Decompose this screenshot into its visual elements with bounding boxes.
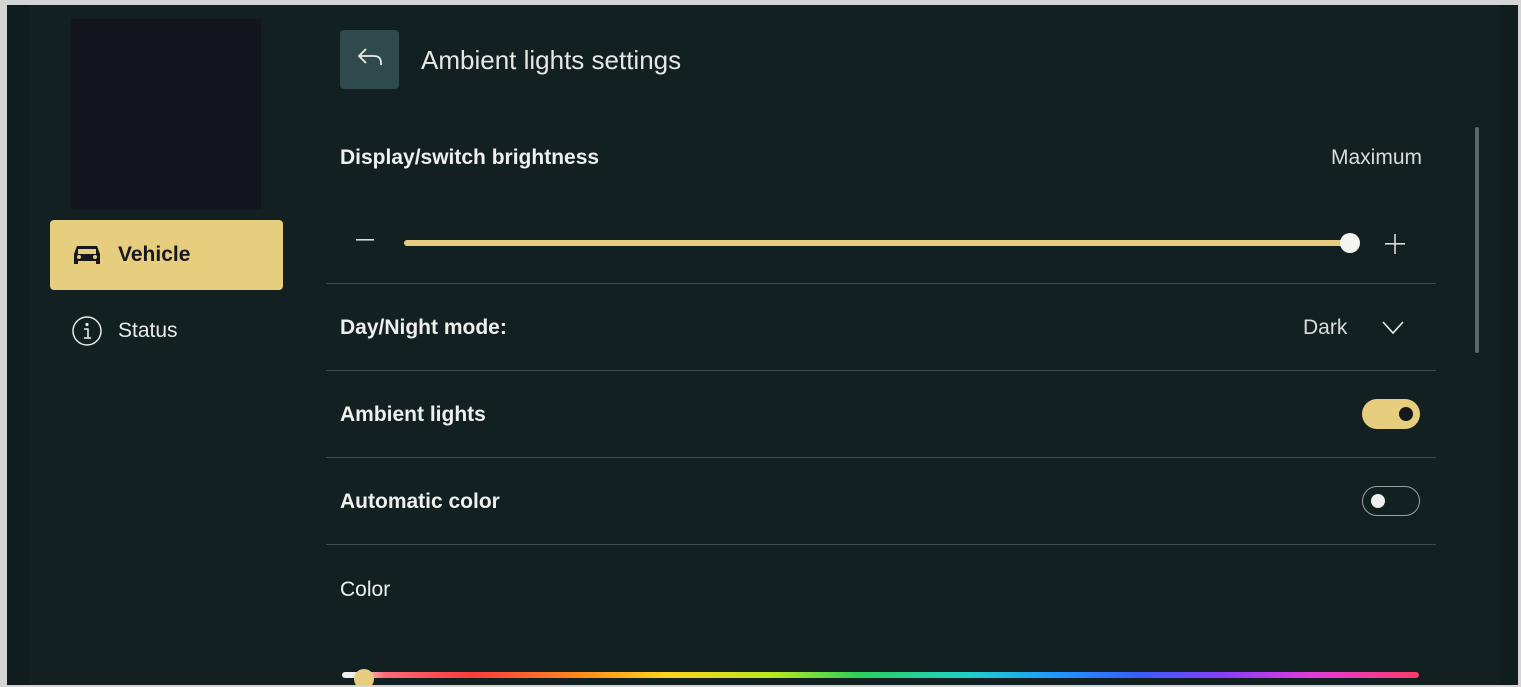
back-button[interactable]: [340, 30, 399, 89]
plus-icon[interactable]: [1385, 234, 1405, 259]
day-night-label: Day/Night mode:: [340, 316, 507, 339]
ambient-lights-toggle[interactable]: [1362, 399, 1420, 429]
day-night-setting[interactable]: Day/Night mode: Dark: [326, 284, 1436, 370]
car-icon: [70, 238, 104, 272]
sidebar-item-label: Status: [118, 319, 178, 342]
info-icon: [70, 314, 104, 348]
brightness-label: Display/switch brightness: [340, 146, 600, 169]
chevron-down-icon[interactable]: [1382, 321, 1404, 340]
page-title: Ambient lights settings: [421, 45, 682, 75]
color-label: Color: [340, 578, 391, 601]
color-setting: Color: [326, 545, 1436, 685]
brightness-slider-handle[interactable]: [1340, 233, 1360, 253]
color-hue-slider[interactable]: [342, 672, 1419, 678]
brightness-setting: Display/switch brightness Maximum: [326, 127, 1436, 287]
ambient-lights-setting: Ambient lights: [326, 371, 1436, 457]
sidebar-item-label: Vehicle: [118, 243, 191, 266]
brightness-slider-fill: [404, 240, 1350, 246]
automatic-color-setting: Automatic color: [326, 458, 1436, 544]
toggle-knob: [1399, 407, 1413, 421]
minus-icon[interactable]: [356, 229, 376, 247]
sidebar-item-status[interactable]: Status: [50, 296, 283, 366]
app-frame: Vehicle Status Ambient lights settings D…: [7, 5, 1518, 685]
automatic-color-toggle[interactable]: [1362, 486, 1420, 516]
brightness-value: Maximum: [1330, 146, 1422, 169]
ambient-lights-label: Ambient lights: [340, 403, 486, 426]
toggle-knob: [1371, 493, 1385, 508]
sidebar-item-vehicle[interactable]: Vehicle: [50, 220, 283, 290]
scrollbar[interactable]: [1475, 127, 1479, 353]
automatic-color-label: Automatic color: [340, 490, 500, 513]
back-arrow-icon: [356, 46, 384, 73]
color-slider-handle[interactable]: [353, 669, 374, 685]
day-night-value: Dark: [1303, 316, 1348, 339]
settings-screen: Vehicle Status Ambient lights settings D…: [29, 5, 1500, 685]
vehicle-thumbnail: [71, 19, 261, 209]
